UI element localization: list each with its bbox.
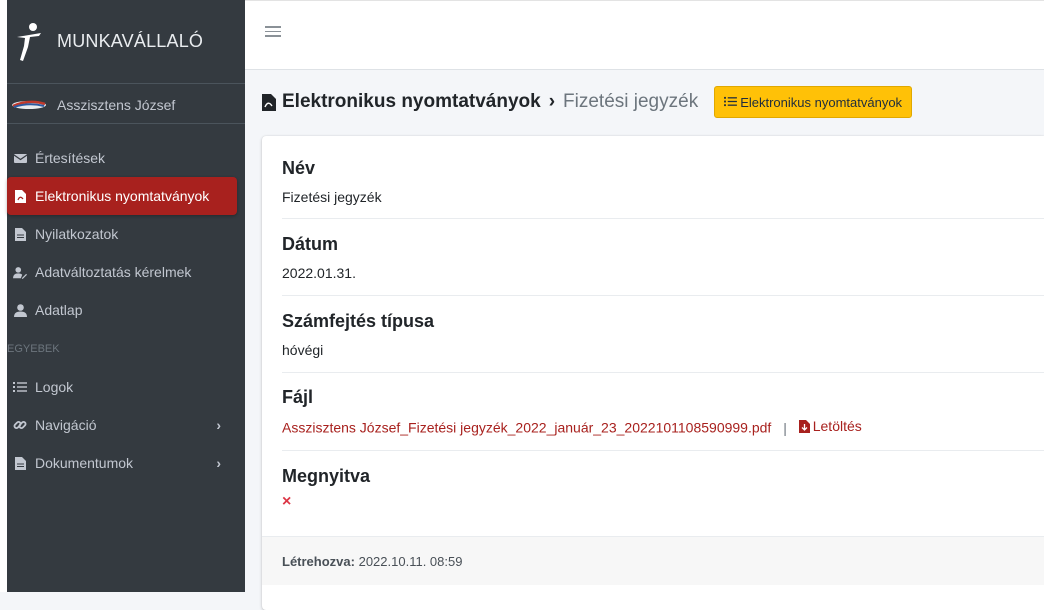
brand-name: MUNKAVÁLLALÓ xyxy=(57,31,204,51)
file-separator: | xyxy=(783,419,787,436)
sidebar-item-label: Dokumentumok xyxy=(35,455,134,471)
running-figure-icon xyxy=(13,21,45,63)
top-navbar xyxy=(245,0,1044,70)
sidebar-item-label: Adatváltoztatás kérelmek xyxy=(35,264,192,280)
breadcrumb: Elektronikus nyomtatványok › Fizetési je… xyxy=(262,91,698,113)
sidebar-item-ertesitesek[interactable]: Értesítések xyxy=(7,139,245,177)
file-pdf-icon xyxy=(262,93,276,111)
user-edit-icon xyxy=(13,265,27,279)
field-value: 2022.01.31. xyxy=(282,265,356,281)
sidebar: MUNKAVÁLLALÓ Asszisztens József Értesíté… xyxy=(7,0,245,592)
list-icon xyxy=(13,380,27,394)
sidebar-item-label: Nyilatkozatok xyxy=(35,226,119,242)
company-logo-avatar xyxy=(11,98,47,112)
field-value: Fizetési jegyzék xyxy=(282,189,382,205)
chevron-right-icon: › xyxy=(216,417,221,433)
envelope-icon xyxy=(13,151,27,165)
sidebar-item-logok[interactable]: Logok xyxy=(7,368,245,406)
sidebar-item-navigacio[interactable]: Navigáció › xyxy=(7,406,245,444)
left-edge-strip xyxy=(0,0,7,592)
sidebar-item-adatvaltoztatas[interactable]: Adatváltoztatás kérelmek xyxy=(7,253,245,291)
field-value: Asszisztens József_Fizetési jegyzék_2022… xyxy=(282,418,1044,436)
field-opened: Megnyitva × xyxy=(282,466,1044,526)
file-download-icon xyxy=(798,419,810,433)
created-value: 2022.10.11. 08:59 xyxy=(358,553,463,569)
content-header: Elektronikus nyomtatványok › Fizetési je… xyxy=(262,86,913,118)
sidebar-item-label: Logok xyxy=(35,379,74,395)
field-name: Név Fizetési jegyzék xyxy=(282,158,1044,219)
download-link[interactable]: Letöltés xyxy=(798,418,862,434)
detail-card: Név Fizetési jegyzék Dátum 2022.01.31. S… xyxy=(262,136,1044,610)
file-icon xyxy=(13,227,27,241)
file-link[interactable]: Asszisztens József_Fizetési jegyzék_2022… xyxy=(282,420,771,436)
sidebar-item-dokumentumok[interactable]: Dokumentumok › xyxy=(7,444,245,482)
list-icon xyxy=(724,95,738,110)
elektronikus-nyomtatvanyok-button[interactable]: Elektronikus nyomtatványok xyxy=(714,86,913,118)
field-label: Megnyitva xyxy=(282,466,371,486)
hamburger-menu-icon[interactable] xyxy=(265,23,281,39)
sidebar-item-label: Navigáció xyxy=(35,417,97,433)
cross-icon: × xyxy=(282,493,292,510)
field-payroll-type: Számfejtés típusa hóvégi xyxy=(282,311,1044,373)
sidebar-item-label: Elektronikus nyomtatványok xyxy=(35,188,210,204)
link-icon xyxy=(13,418,27,432)
sidebar-nav: Értesítések Elektronikus nyomtatványok N… xyxy=(7,139,245,482)
field-date: Dátum 2022.01.31. xyxy=(282,234,1044,296)
sidebar-item-label: Adatlap xyxy=(35,302,83,318)
field-file: Fájl Asszisztens József_Fizetési jegyzék… xyxy=(282,387,1044,451)
user-name: Asszisztens József xyxy=(57,96,176,113)
breadcrumb-separator: › xyxy=(548,91,556,112)
sidebar-item-label: Értesítések xyxy=(35,150,106,166)
sidebar-section-header: EGYEBEK xyxy=(7,342,60,355)
breadcrumb-current: Fizetési jegyzék xyxy=(563,91,699,112)
field-label: Név xyxy=(282,158,316,178)
field-label: Számfejtés típusa xyxy=(282,311,435,331)
field-value: hóvégi xyxy=(282,342,324,358)
field-label: Dátum xyxy=(282,234,339,254)
user-panel[interactable]: Asszisztens József xyxy=(7,86,245,124)
field-label: Fájl xyxy=(282,387,314,407)
sidebar-item-nyilatkozatok[interactable]: Nyilatkozatok xyxy=(7,215,245,253)
card-footer: Létrehozva: 2022.10.11. 08:59 xyxy=(262,536,1044,585)
chevron-right-icon: › xyxy=(216,455,221,471)
brand-link[interactable]: MUNKAVÁLLALÓ xyxy=(7,0,245,84)
download-label: Letöltés xyxy=(812,418,862,434)
user-icon xyxy=(13,303,27,317)
file-icon xyxy=(13,456,27,470)
sidebar-item-elektronikus-nyomtatvanyok[interactable]: Elektronikus nyomtatványok xyxy=(7,177,237,215)
file-pdf-icon xyxy=(13,189,27,203)
created-label: Létrehozva: xyxy=(282,553,355,569)
sidebar-item-adatlap[interactable]: Adatlap xyxy=(7,291,245,329)
button-label: Elektronikus nyomtatványok xyxy=(740,94,903,110)
breadcrumb-parent[interactable]: Elektronikus nyomtatványok xyxy=(282,91,541,113)
